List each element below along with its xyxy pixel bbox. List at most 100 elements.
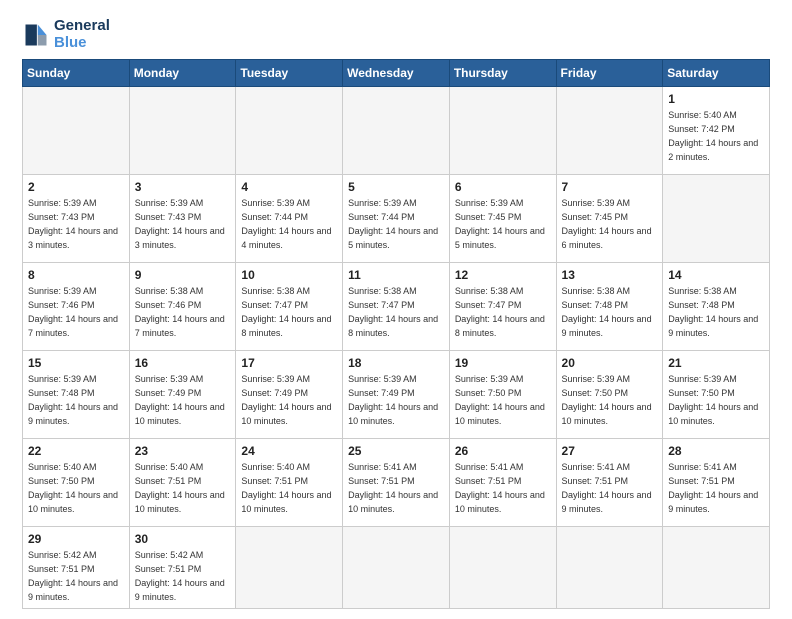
calendar-cell	[236, 87, 343, 175]
calendar-cell: 9 Sunrise: 5:38 AMSunset: 7:46 PMDayligh…	[129, 263, 236, 351]
calendar-cell: 28 Sunrise: 5:41 AMSunset: 7:51 PMDaylig…	[663, 439, 770, 527]
day-number: 26	[455, 443, 551, 459]
calendar-cell	[663, 175, 770, 263]
calendar-cell: 2 Sunrise: 5:39 AMSunset: 7:43 PMDayligh…	[23, 175, 130, 263]
calendar-cell: 7 Sunrise: 5:39 AMSunset: 7:45 PMDayligh…	[556, 175, 663, 263]
calendar-cell: 6 Sunrise: 5:39 AMSunset: 7:45 PMDayligh…	[449, 175, 556, 263]
day-info: Sunrise: 5:38 AMSunset: 7:47 PMDaylight:…	[455, 286, 545, 337]
day-info: Sunrise: 5:39 AMSunset: 7:49 PMDaylight:…	[241, 374, 331, 425]
day-number: 14	[668, 267, 764, 283]
day-number: 20	[562, 355, 658, 371]
calendar-cell: 3 Sunrise: 5:39 AMSunset: 7:43 PMDayligh…	[129, 175, 236, 263]
calendar-cell: 4 Sunrise: 5:39 AMSunset: 7:44 PMDayligh…	[236, 175, 343, 263]
calendar-cell	[449, 87, 556, 175]
day-number: 11	[348, 267, 444, 283]
day-info: Sunrise: 5:38 AMSunset: 7:48 PMDaylight:…	[562, 286, 652, 337]
day-number: 22	[28, 443, 124, 459]
calendar-cell	[129, 87, 236, 175]
calendar-cell: 23 Sunrise: 5:40 AMSunset: 7:51 PMDaylig…	[129, 439, 236, 527]
day-info: Sunrise: 5:40 AMSunset: 7:42 PMDaylight:…	[668, 110, 758, 161]
day-number: 28	[668, 443, 764, 459]
day-number: 16	[135, 355, 231, 371]
calendar-cell: 21 Sunrise: 5:39 AMSunset: 7:50 PMDaylig…	[663, 351, 770, 439]
day-number: 25	[348, 443, 444, 459]
calendar-cell	[343, 527, 450, 609]
calendar-cell: 27 Sunrise: 5:41 AMSunset: 7:51 PMDaylig…	[556, 439, 663, 527]
weekday-header-monday: Monday	[129, 60, 236, 87]
calendar-cell: 22 Sunrise: 5:40 AMSunset: 7:50 PMDaylig…	[23, 439, 130, 527]
day-info: Sunrise: 5:39 AMSunset: 7:44 PMDaylight:…	[348, 198, 438, 249]
day-number: 4	[241, 179, 337, 195]
day-number: 7	[562, 179, 658, 195]
logo-icon	[22, 21, 50, 49]
day-number: 9	[135, 267, 231, 283]
calendar-cell: 8 Sunrise: 5:39 AMSunset: 7:46 PMDayligh…	[23, 263, 130, 351]
header: General Blue	[22, 18, 770, 51]
day-number: 23	[135, 443, 231, 459]
calendar-cell: 13 Sunrise: 5:38 AMSunset: 7:48 PMDaylig…	[556, 263, 663, 351]
day-info: Sunrise: 5:39 AMSunset: 7:48 PMDaylight:…	[28, 374, 118, 425]
calendar-table: SundayMondayTuesdayWednesdayThursdayFrid…	[22, 59, 770, 609]
day-number: 13	[562, 267, 658, 283]
day-info: Sunrise: 5:42 AMSunset: 7:51 PMDaylight:…	[135, 550, 225, 601]
day-info: Sunrise: 5:42 AMSunset: 7:51 PMDaylight:…	[28, 550, 118, 601]
day-number: 21	[668, 355, 764, 371]
calendar-cell: 25 Sunrise: 5:41 AMSunset: 7:51 PMDaylig…	[343, 439, 450, 527]
calendar-week-0: 1 Sunrise: 5:40 AMSunset: 7:42 PMDayligh…	[23, 87, 770, 175]
day-info: Sunrise: 5:39 AMSunset: 7:50 PMDaylight:…	[455, 374, 545, 425]
weekday-header-tuesday: Tuesday	[236, 60, 343, 87]
day-info: Sunrise: 5:39 AMSunset: 7:49 PMDaylight:…	[348, 374, 438, 425]
calendar-week-3: 15 Sunrise: 5:39 AMSunset: 7:48 PMDaylig…	[23, 351, 770, 439]
day-info: Sunrise: 5:38 AMSunset: 7:47 PMDaylight:…	[348, 286, 438, 337]
day-info: Sunrise: 5:39 AMSunset: 7:46 PMDaylight:…	[28, 286, 118, 337]
day-info: Sunrise: 5:38 AMSunset: 7:46 PMDaylight:…	[135, 286, 225, 337]
day-number: 19	[455, 355, 551, 371]
day-number: 30	[135, 531, 231, 547]
calendar-cell: 24 Sunrise: 5:40 AMSunset: 7:51 PMDaylig…	[236, 439, 343, 527]
day-number: 24	[241, 443, 337, 459]
day-info: Sunrise: 5:40 AMSunset: 7:50 PMDaylight:…	[28, 462, 118, 513]
day-info: Sunrise: 5:40 AMSunset: 7:51 PMDaylight:…	[241, 462, 331, 513]
day-number: 2	[28, 179, 124, 195]
calendar-week-2: 8 Sunrise: 5:39 AMSunset: 7:46 PMDayligh…	[23, 263, 770, 351]
day-number: 15	[28, 355, 124, 371]
day-info: Sunrise: 5:40 AMSunset: 7:51 PMDaylight:…	[135, 462, 225, 513]
day-info: Sunrise: 5:38 AMSunset: 7:48 PMDaylight:…	[668, 286, 758, 337]
weekday-header-saturday: Saturday	[663, 60, 770, 87]
calendar-cell: 16 Sunrise: 5:39 AMSunset: 7:49 PMDaylig…	[129, 351, 236, 439]
weekday-header-friday: Friday	[556, 60, 663, 87]
calendar-cell: 30 Sunrise: 5:42 AMSunset: 7:51 PMDaylig…	[129, 527, 236, 609]
calendar-cell: 14 Sunrise: 5:38 AMSunset: 7:48 PMDaylig…	[663, 263, 770, 351]
calendar-cell	[343, 87, 450, 175]
calendar-cell: 18 Sunrise: 5:39 AMSunset: 7:49 PMDaylig…	[343, 351, 450, 439]
day-number: 17	[241, 355, 337, 371]
calendar-cell: 19 Sunrise: 5:39 AMSunset: 7:50 PMDaylig…	[449, 351, 556, 439]
logo: General Blue	[22, 18, 110, 51]
calendar-week-4: 22 Sunrise: 5:40 AMSunset: 7:50 PMDaylig…	[23, 439, 770, 527]
day-number: 8	[28, 267, 124, 283]
calendar-cell	[236, 527, 343, 609]
day-number: 12	[455, 267, 551, 283]
calendar-cell: 1 Sunrise: 5:40 AMSunset: 7:42 PMDayligh…	[663, 87, 770, 175]
calendar-cell: 20 Sunrise: 5:39 AMSunset: 7:50 PMDaylig…	[556, 351, 663, 439]
calendar-page: General Blue SundayMondayTuesdayWednesda…	[0, 0, 792, 619]
calendar-cell: 29 Sunrise: 5:42 AMSunset: 7:51 PMDaylig…	[23, 527, 130, 609]
day-number: 6	[455, 179, 551, 195]
calendar-cell	[556, 87, 663, 175]
day-info: Sunrise: 5:39 AMSunset: 7:50 PMDaylight:…	[668, 374, 758, 425]
day-info: Sunrise: 5:41 AMSunset: 7:51 PMDaylight:…	[455, 462, 545, 513]
day-number: 29	[28, 531, 124, 547]
day-number: 27	[562, 443, 658, 459]
logo-text: General Blue	[54, 18, 110, 51]
day-info: Sunrise: 5:39 AMSunset: 7:43 PMDaylight:…	[28, 198, 118, 249]
weekday-header-wednesday: Wednesday	[343, 60, 450, 87]
day-info: Sunrise: 5:39 AMSunset: 7:45 PMDaylight:…	[562, 198, 652, 249]
calendar-cell: 12 Sunrise: 5:38 AMSunset: 7:47 PMDaylig…	[449, 263, 556, 351]
day-number: 10	[241, 267, 337, 283]
calendar-week-5: 29 Sunrise: 5:42 AMSunset: 7:51 PMDaylig…	[23, 527, 770, 609]
day-info: Sunrise: 5:41 AMSunset: 7:51 PMDaylight:…	[562, 462, 652, 513]
day-number: 1	[668, 91, 764, 107]
calendar-cell: 17 Sunrise: 5:39 AMSunset: 7:49 PMDaylig…	[236, 351, 343, 439]
day-info: Sunrise: 5:39 AMSunset: 7:44 PMDaylight:…	[241, 198, 331, 249]
day-info: Sunrise: 5:41 AMSunset: 7:51 PMDaylight:…	[668, 462, 758, 513]
